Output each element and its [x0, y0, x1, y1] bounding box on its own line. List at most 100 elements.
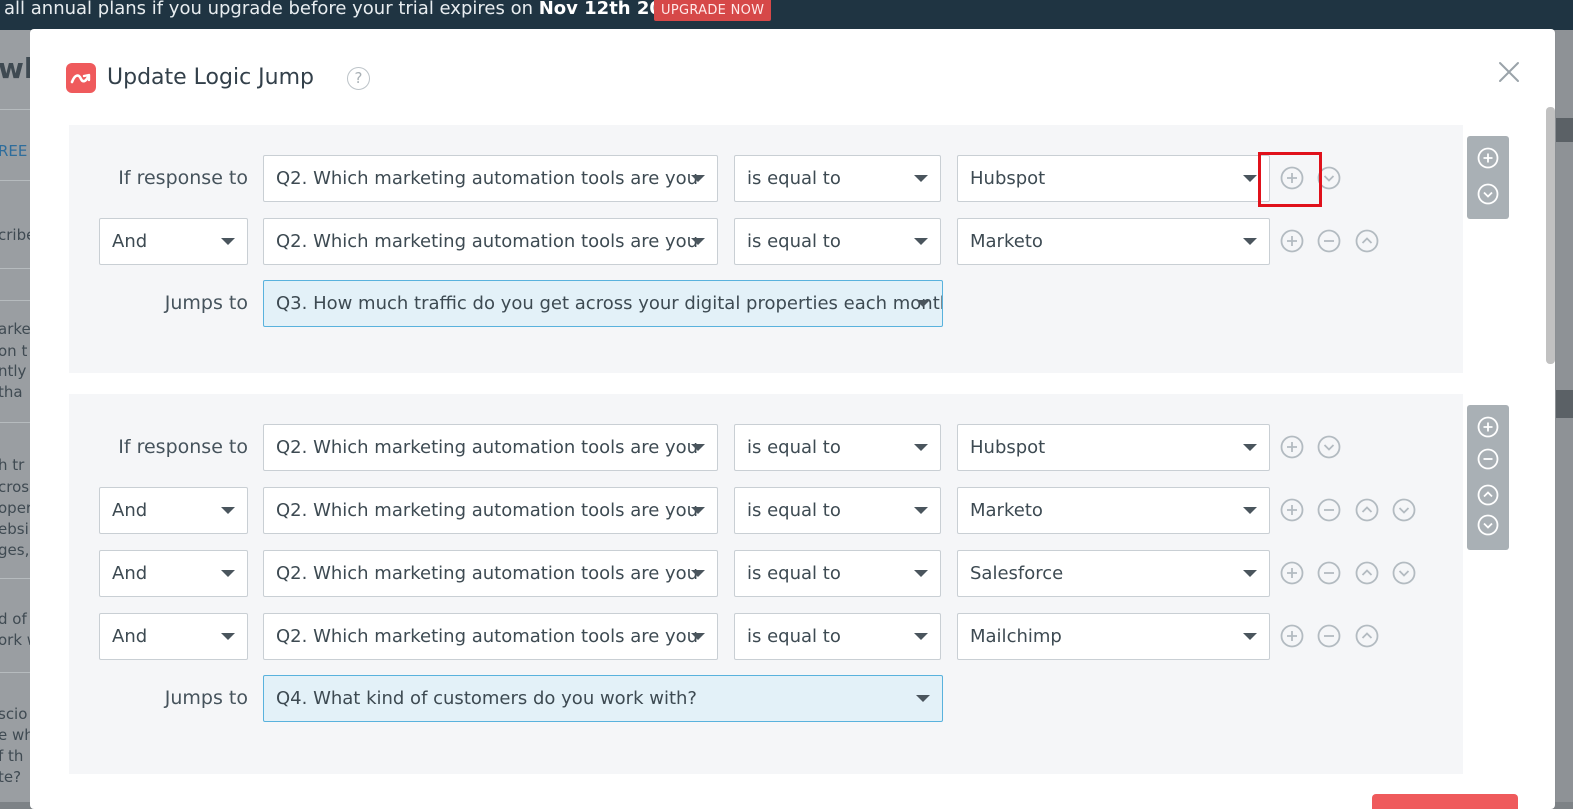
- help-icon[interactable]: ?: [347, 67, 370, 90]
- background-content: wh REE cribe arke on t ntly tha h tr cro…: [0, 30, 30, 802]
- operator-value: is equal to: [747, 231, 841, 252]
- connector-value: And: [112, 500, 148, 521]
- logic-rule-card: If response to Q2. Which marketing autom…: [69, 394, 1463, 774]
- condition-row: And Q2. Which marketing automation tools…: [69, 550, 1463, 597]
- answer-select[interactable]: Marketo: [957, 218, 1270, 265]
- bg-text-fragment: te?: [0, 768, 22, 786]
- jump-target-select[interactable]: Q4. What kind of customers do you work w…: [263, 675, 943, 722]
- question-value: Q2. Which marketing automation tools are…: [276, 626, 699, 647]
- logic-rule-card: If response to Q2. Which marketing autom…: [69, 125, 1463, 373]
- bg-text-fragment: cros: [0, 478, 30, 496]
- minus-circle-icon[interactable]: [1317, 498, 1341, 522]
- question-select[interactable]: Q2. Which marketing automation tools are…: [263, 487, 718, 534]
- chevron-down-circle-icon[interactable]: [1476, 513, 1500, 537]
- operator-select[interactable]: is equal to: [734, 155, 941, 202]
- condition-row: And Q2. Which marketing automation tools…: [69, 487, 1463, 534]
- chevron-down-circle-icon[interactable]: [1476, 182, 1500, 206]
- question-select[interactable]: Q2. Which marketing automation tools are…: [263, 218, 718, 265]
- plus-circle-icon[interactable]: [1476, 415, 1500, 439]
- operator-value: is equal to: [747, 500, 841, 521]
- if-response-label: If response to: [118, 436, 248, 458]
- condition-row: If response to Q2. Which marketing autom…: [69, 152, 1463, 207]
- chevron-down-circle-icon[interactable]: [1392, 561, 1416, 585]
- jump-target-value: Q3. How much traffic do you get across y…: [276, 293, 943, 314]
- bg-text-fragment: cribe: [0, 226, 30, 244]
- chevron-up-circle-icon[interactable]: [1355, 229, 1379, 253]
- jumps-to-label: Jumps to: [164, 687, 248, 709]
- bg-text-fragment: on t: [0, 342, 28, 360]
- jump-row: Jumps to Q4. What kind of customers do y…: [69, 675, 1463, 722]
- question-value: Q2. Which marketing automation tools are…: [276, 437, 699, 458]
- chevron-up-circle-icon[interactable]: [1355, 624, 1379, 648]
- answer-value: Marketo: [970, 231, 1043, 252]
- answer-select[interactable]: Marketo: [957, 487, 1270, 534]
- chevron-down-circle-icon[interactable]: [1317, 435, 1341, 459]
- jump-target-select[interactable]: Q3. How much traffic do you get across y…: [263, 280, 943, 327]
- bg-text-fragment: ntly: [0, 362, 27, 380]
- update-logic-jump-modal: Update Logic Jump ? If response to Q2. W…: [30, 29, 1555, 809]
- chevron-up-circle-icon[interactable]: [1355, 498, 1379, 522]
- question-select[interactable]: Q2. Which marketing automation tools are…: [263, 155, 718, 202]
- answer-select[interactable]: Hubspot: [957, 155, 1270, 202]
- question-select[interactable]: Q2. Which marketing automation tools are…: [263, 424, 718, 471]
- answer-select[interactable]: Salesforce: [957, 550, 1270, 597]
- modal-scrollbar[interactable]: [1546, 107, 1555, 807]
- bg-text-fragment: f th: [0, 747, 24, 765]
- connector-select[interactable]: And: [99, 613, 248, 660]
- bg-text-fragment: ebsi: [0, 520, 29, 538]
- plus-circle-icon[interactable]: [1280, 561, 1304, 585]
- plus-circle-icon[interactable]: [1280, 435, 1304, 459]
- question-value: Q2. Which marketing automation tools are…: [276, 500, 699, 521]
- bg-text-fragment: scio: [0, 705, 28, 723]
- question-select[interactable]: Q2. Which marketing automation tools are…: [263, 613, 718, 660]
- answer-select[interactable]: Mailchimp: [957, 613, 1270, 660]
- bg-tab-fragment: REE: [0, 142, 28, 160]
- plus-circle-icon[interactable]: [1280, 229, 1304, 253]
- minus-circle-icon[interactable]: [1317, 229, 1341, 253]
- jump-row: Jumps to Q3. How much traffic do you get…: [69, 280, 1463, 327]
- connector-select[interactable]: And: [99, 218, 248, 265]
- bg-text-fragment: d of: [0, 610, 27, 628]
- bg-text-fragment: h tr: [0, 456, 25, 474]
- bg-heading-fragment: wh: [0, 52, 30, 85]
- operator-select[interactable]: is equal to: [734, 613, 941, 660]
- bg-text-fragment: ges,: [0, 541, 30, 559]
- plus-circle-icon[interactable]: [1280, 498, 1304, 522]
- condition-row: If response to Q2. Which marketing autom…: [69, 424, 1463, 471]
- question-value: Q2. Which marketing automation tools are…: [276, 168, 699, 189]
- answer-value: Mailchimp: [970, 626, 1062, 647]
- chevron-down-circle-icon[interactable]: [1392, 498, 1416, 522]
- answer-value: Salesforce: [970, 563, 1064, 584]
- connector-select[interactable]: And: [99, 487, 248, 534]
- operator-select[interactable]: is equal to: [734, 487, 941, 534]
- operator-select[interactable]: is equal to: [734, 424, 941, 471]
- trial-message-text: all annual plans if you upgrade before y…: [4, 0, 539, 19]
- connector-value: And: [112, 563, 148, 584]
- operator-value: is equal to: [747, 563, 841, 584]
- bg-text-fragment: tha: [0, 383, 23, 401]
- chevron-up-circle-icon[interactable]: [1355, 561, 1379, 585]
- upgrade-now-button[interactable]: UPGRADE NOW: [654, 0, 772, 21]
- question-select[interactable]: Q2. Which marketing automation tools are…: [263, 550, 718, 597]
- rule-side-controls: [1467, 136, 1509, 219]
- condition-row: And Q2. Which marketing automation tools…: [69, 613, 1463, 660]
- modal-scrollbar-thumb[interactable]: [1546, 107, 1555, 364]
- plus-circle-icon[interactable]: [1280, 624, 1304, 648]
- bg-text-fragment: oper: [0, 499, 30, 517]
- background-scrollbar: [1556, 30, 1573, 802]
- jump-target-value: Q4. What kind of customers do you work w…: [276, 688, 697, 709]
- answer-select[interactable]: Hubspot: [957, 424, 1270, 471]
- bg-text-fragment: arke: [0, 320, 30, 338]
- minus-circle-icon[interactable]: [1476, 447, 1500, 471]
- chevron-up-circle-icon[interactable]: [1476, 483, 1500, 507]
- modal-title: Update Logic Jump: [107, 65, 314, 90]
- minus-circle-icon[interactable]: [1317, 624, 1341, 648]
- close-icon[interactable]: [1496, 59, 1522, 85]
- plus-circle-icon[interactable]: [1476, 146, 1500, 170]
- logic-jump-icon: [66, 63, 96, 93]
- operator-select[interactable]: is equal to: [734, 550, 941, 597]
- question-value: Q2. Which marketing automation tools are…: [276, 231, 699, 252]
- minus-circle-icon[interactable]: [1317, 561, 1341, 585]
- operator-select[interactable]: is equal to: [734, 218, 941, 265]
- connector-select[interactable]: And: [99, 550, 248, 597]
